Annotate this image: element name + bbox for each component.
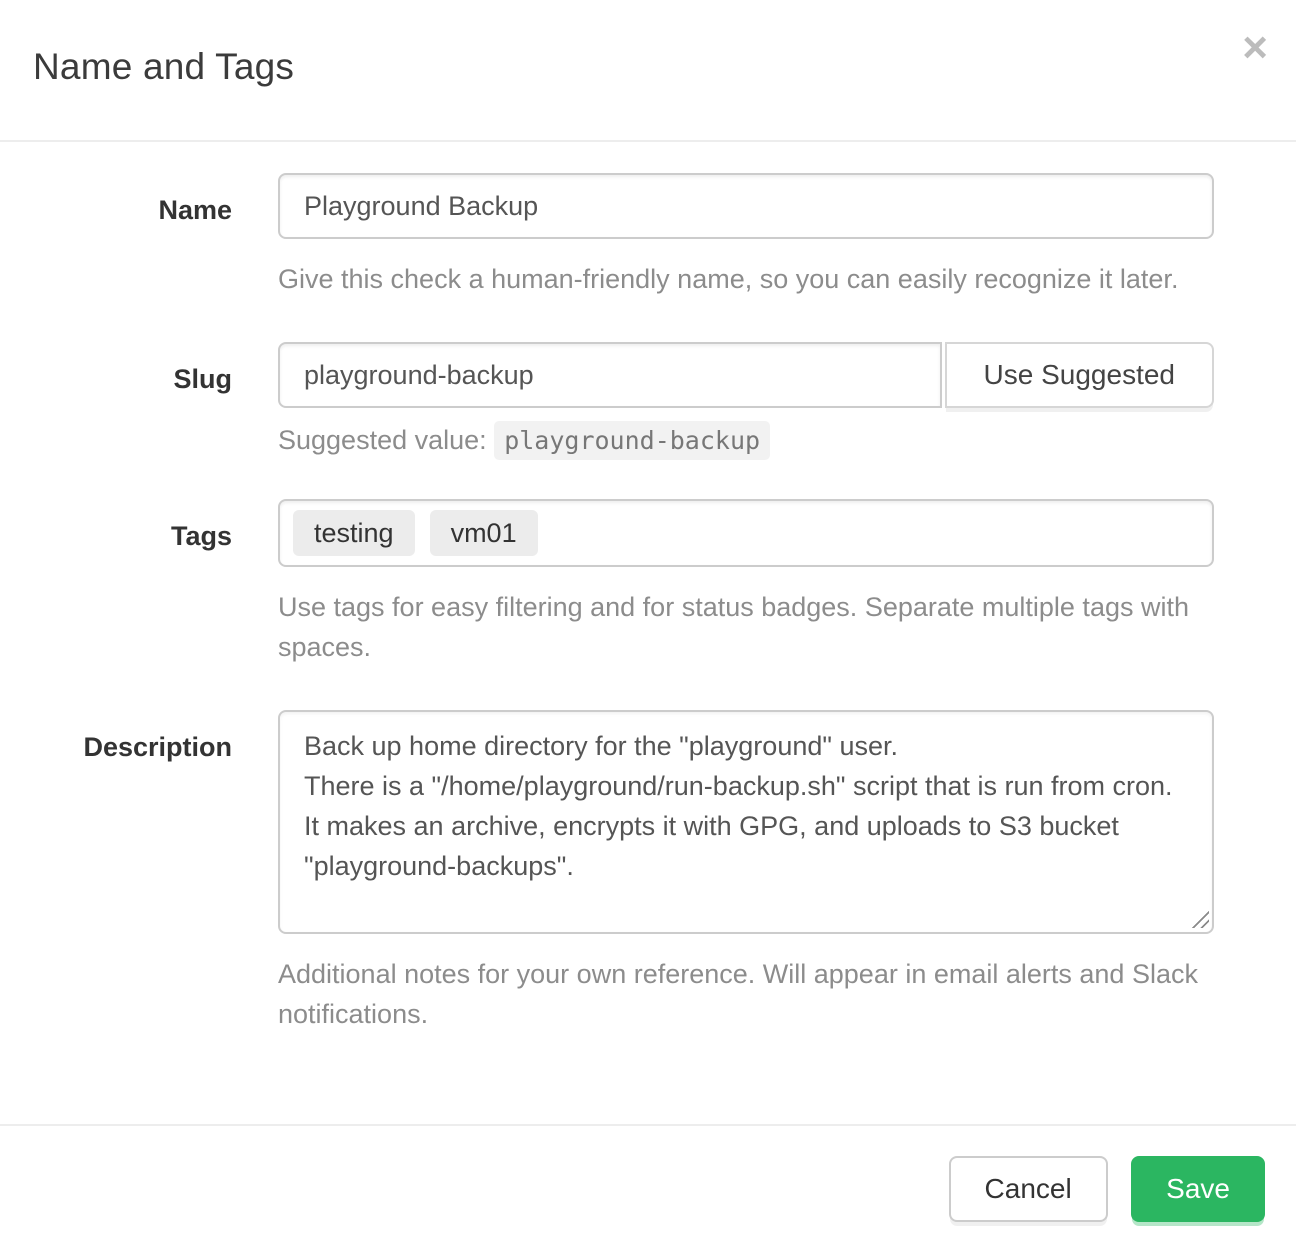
- description-label: Description: [0, 710, 245, 1034]
- dialog-header: Name and Tags ×: [0, 0, 1296, 142]
- tag-chip: vm01: [430, 510, 538, 556]
- name-and-tags-dialog: Name and Tags × Name Give this check a h…: [0, 0, 1296, 1254]
- tags-input[interactable]: testing vm01: [278, 499, 1214, 567]
- close-icon[interactable]: ×: [1242, 26, 1268, 70]
- suggested-value-line: Suggested value: playground-backup: [278, 425, 1214, 456]
- name-field-row: Name Give this check a human-friendly na…: [0, 173, 1296, 299]
- name-label: Name: [0, 173, 245, 299]
- tags-label: Tags: [0, 499, 245, 667]
- description-field-row: Description Back up home directory for t…: [0, 710, 1296, 1034]
- dialog-title: Name and Tags: [33, 46, 1263, 88]
- tags-help-text: Use tags for easy filtering and for stat…: [278, 587, 1214, 667]
- use-suggested-button[interactable]: Use Suggested: [945, 342, 1214, 408]
- slug-field-row: Slug Use Suggested Suggested value: play…: [0, 342, 1296, 456]
- cancel-button[interactable]: Cancel: [949, 1156, 1108, 1222]
- name-help-text: Give this check a human-friendly name, s…: [278, 259, 1214, 299]
- save-button[interactable]: Save: [1131, 1156, 1265, 1222]
- tags-field-row: Tags testing vm01 Use tags for easy filt…: [0, 499, 1296, 667]
- name-input[interactable]: [278, 173, 1214, 239]
- tag-chip: testing: [293, 510, 415, 556]
- slug-input-group: Use Suggested: [278, 342, 1214, 408]
- description-textarea[interactable]: Back up home directory for the "playgrou…: [278, 710, 1214, 934]
- slug-input[interactable]: [278, 342, 942, 408]
- slug-label: Slug: [0, 342, 245, 456]
- description-help-text: Additional notes for your own reference.…: [278, 954, 1214, 1034]
- dialog-body: Name Give this check a human-friendly na…: [0, 142, 1296, 1050]
- suggested-value-code: playground-backup: [494, 421, 770, 460]
- dialog-footer: Cancel Save: [0, 1124, 1296, 1254]
- suggested-value-prefix: Suggested value:: [278, 425, 487, 455]
